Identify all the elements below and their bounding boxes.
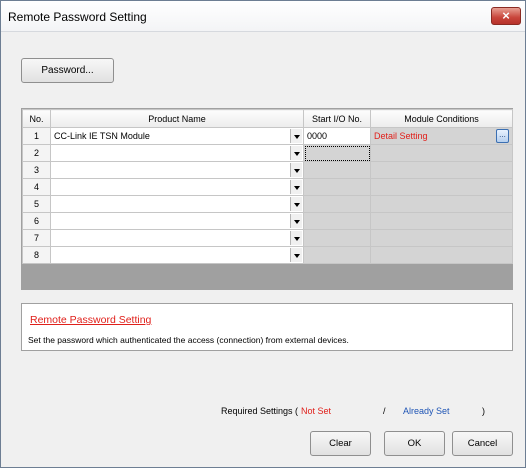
chevron-down-icon[interactable] bbox=[290, 248, 302, 262]
description-panel: Remote Password Setting Set the password… bbox=[21, 303, 513, 351]
row-number: 4 bbox=[22, 178, 51, 196]
table-row: 8 bbox=[22, 246, 513, 264]
cancel-button[interactable]: Cancel bbox=[452, 431, 513, 456]
module-conditions-cell bbox=[370, 161, 513, 179]
table-row: 4 bbox=[22, 178, 513, 196]
module-conditions-cell bbox=[370, 229, 513, 247]
module-conditions-cell bbox=[370, 195, 513, 213]
table-row: 6 bbox=[22, 212, 513, 230]
chevron-down-icon[interactable] bbox=[290, 231, 302, 245]
product-name-select[interactable] bbox=[50, 195, 304, 213]
required-settings-label: Required Settings ( bbox=[221, 406, 299, 416]
start-io-input[interactable]: 0000 bbox=[303, 127, 371, 145]
start-io-input[interactable] bbox=[303, 229, 371, 247]
product-name-select[interactable] bbox=[50, 229, 304, 247]
chevron-down-icon[interactable] bbox=[290, 129, 302, 143]
product-name-value: CC-Link IE TSN Module bbox=[54, 131, 150, 141]
row-number: 5 bbox=[22, 195, 51, 213]
description-title: Remote Password Setting bbox=[30, 314, 152, 326]
module-conditions-cell bbox=[370, 144, 513, 162]
row-number: 7 bbox=[22, 229, 51, 247]
product-name-select[interactable] bbox=[50, 212, 304, 230]
start-io-input[interactable] bbox=[303, 178, 371, 196]
remote-password-dialog: Remote Password Setting × Password... No… bbox=[0, 0, 526, 468]
product-name-select[interactable]: CC-Link IE TSN Module bbox=[50, 127, 304, 145]
row-number: 2 bbox=[22, 144, 51, 162]
header-start-io: Start I/O No. bbox=[303, 109, 371, 128]
start-io-input[interactable] bbox=[303, 246, 371, 264]
description-text: Set the password which authenticated the… bbox=[28, 335, 349, 345]
row-number: 6 bbox=[22, 212, 51, 230]
start-io-input[interactable] bbox=[303, 195, 371, 213]
start-io-input[interactable] bbox=[303, 161, 371, 179]
module-conditions-cell bbox=[370, 212, 513, 230]
ok-button[interactable]: OK bbox=[384, 431, 445, 456]
table-row: 3 bbox=[22, 161, 513, 179]
start-io-input[interactable] bbox=[303, 212, 371, 230]
product-name-select[interactable] bbox=[50, 178, 304, 196]
detail-setting-link[interactable]: Detail Setting bbox=[374, 131, 428, 141]
row-number: 1 bbox=[22, 127, 51, 145]
start-io-input[interactable] bbox=[303, 144, 371, 162]
already-set-legend: Already Set bbox=[403, 406, 450, 416]
close-button[interactable]: × bbox=[491, 7, 521, 25]
chevron-down-icon[interactable] bbox=[290, 214, 302, 228]
legend-separator: / bbox=[383, 406, 386, 416]
product-name-select[interactable] bbox=[50, 144, 304, 162]
module-conditions-cell bbox=[370, 178, 513, 196]
not-set-legend: Not Set bbox=[301, 406, 332, 416]
chevron-down-icon[interactable] bbox=[290, 163, 302, 177]
table-header-row: No. Product Name Start I/O No. Module Co… bbox=[22, 109, 513, 128]
row-number: 8 bbox=[22, 246, 51, 264]
header-no: No. bbox=[22, 109, 51, 128]
legend-close-paren: ) bbox=[482, 406, 485, 416]
table-row: 1 CC-Link IE TSN Module 0000 Detail Sett… bbox=[22, 127, 513, 145]
chevron-down-icon[interactable] bbox=[290, 197, 302, 211]
module-conditions-cell[interactable]: Detail Setting... bbox=[370, 127, 513, 145]
password-button[interactable]: Password... bbox=[21, 58, 114, 83]
row-number: 3 bbox=[22, 161, 51, 179]
product-name-select[interactable] bbox=[50, 246, 304, 264]
module-table: No. Product Name Start I/O No. Module Co… bbox=[21, 108, 513, 290]
chevron-down-icon[interactable] bbox=[290, 146, 302, 160]
table-row: 7 bbox=[22, 229, 513, 247]
table-row: 5 bbox=[22, 195, 513, 213]
clear-button[interactable]: Clear bbox=[310, 431, 371, 456]
product-name-select[interactable] bbox=[50, 161, 304, 179]
header-product-name: Product Name bbox=[50, 109, 304, 128]
close-icon: × bbox=[502, 8, 510, 23]
title-bar: Remote Password Setting × bbox=[1, 1, 525, 32]
chevron-down-icon[interactable] bbox=[290, 180, 302, 194]
dialog-title: Remote Password Setting bbox=[8, 10, 147, 24]
ellipsis-icon[interactable]: ... bbox=[496, 129, 509, 143]
module-conditions-cell bbox=[370, 246, 513, 264]
header-module-conditions: Module Conditions bbox=[370, 109, 513, 128]
table-row: 2 bbox=[22, 144, 513, 162]
